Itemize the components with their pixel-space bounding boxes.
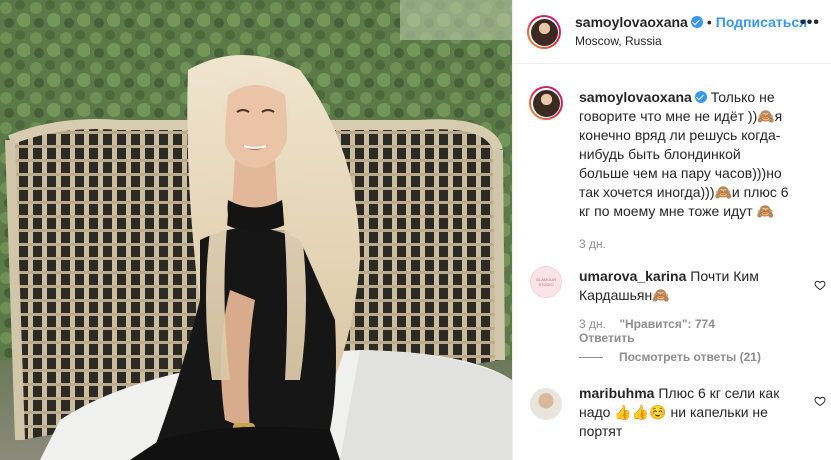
verified-badge-icon (694, 91, 707, 103)
follow-button[interactable]: Подписаться (716, 14, 808, 30)
caption-text: Только не говорите что мне не идёт ))🙈я … (579, 89, 789, 219)
caption-author-avatar-image (532, 89, 560, 117)
replies-divider-line (579, 356, 603, 358)
reply-button[interactable]: Ответить (579, 331, 634, 345)
verified-badge-icon (690, 16, 703, 28)
comment-likes[interactable]: "Нравится": 774 (619, 317, 715, 331)
caption-username[interactable]: samoylovaoxana (579, 89, 692, 105)
post-photo-illustration (0, 0, 512, 460)
comment-time[interactable]: 3 дн. (579, 317, 606, 331)
view-replies-button[interactable]: Посмотреть ответы (21) (579, 350, 761, 364)
comment-username[interactable]: umarova_karina (579, 268, 686, 284)
caption-author-avatar[interactable] (529, 86, 563, 120)
instagram-post-window: samoylovaoxana • Подписаться Moscow, Russi… (0, 0, 831, 460)
post-header: samoylovaoxana • Подписаться Moscow, Russi… (513, 0, 831, 64)
post-photo[interactable] (0, 0, 512, 460)
author-avatar-image (530, 18, 558, 46)
view-replies-label: Посмотреть ответы (21) (619, 350, 761, 364)
separator-dot: • (706, 14, 712, 30)
post-details-panel: samoylovaoxana • Подписаться Moscow, Russi… (512, 0, 831, 460)
author-username[interactable]: samoylovaoxana (575, 14, 688, 30)
comment-username[interactable]: maribuhma (579, 385, 654, 401)
commenter-avatar-logo: GLAMOUR STUDIO (535, 277, 557, 287)
like-heart-icon[interactable] (814, 279, 826, 291)
author-avatar[interactable] (527, 15, 561, 49)
commenter-avatar[interactable]: GLAMOUR STUDIO (530, 266, 562, 298)
more-dots-icon[interactable]: ••• (800, 14, 820, 32)
post-location[interactable]: Moscow, Russia (575, 34, 662, 48)
commenter-avatar[interactable] (530, 388, 562, 420)
like-heart-icon[interactable] (814, 395, 826, 407)
caption-time[interactable]: 3 дн. (579, 237, 606, 251)
